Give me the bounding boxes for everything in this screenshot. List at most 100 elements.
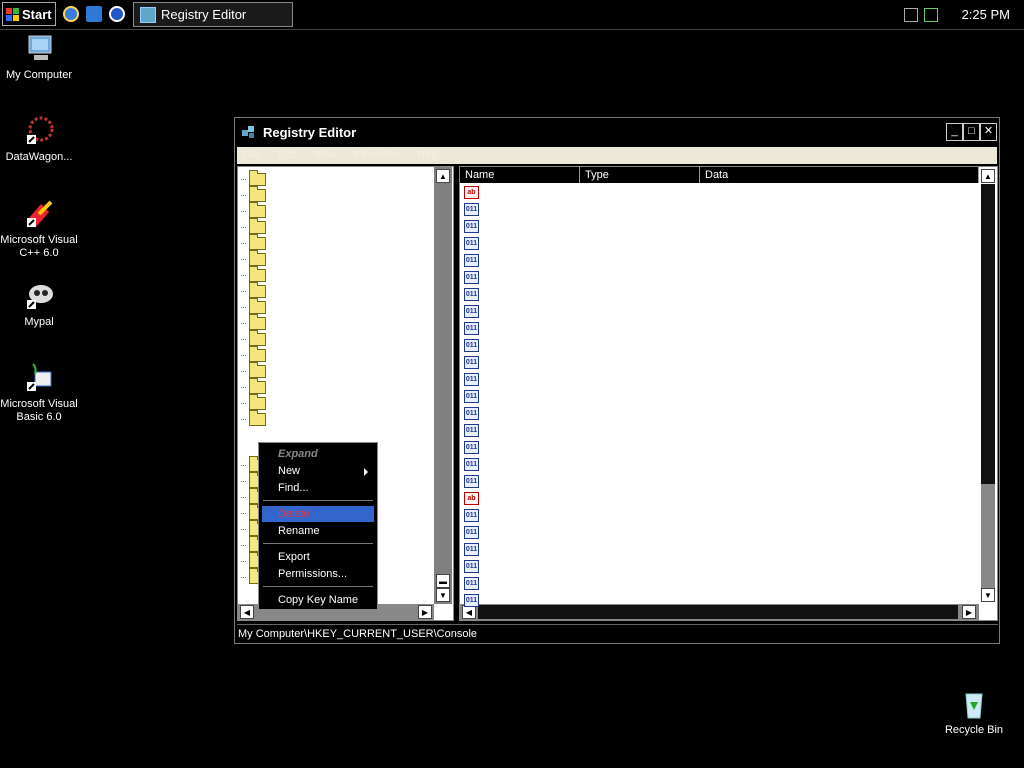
folder-icon[interactable] (249, 250, 266, 266)
menu-item-permissions[interactable]: Permissions... (262, 566, 374, 582)
desktop-icon-mypal[interactable]: Mypal (0, 280, 78, 329)
list-vertical-scrollbar[interactable]: ▲ ▼ (979, 167, 997, 604)
visual-basic-icon (23, 362, 55, 394)
folder-icon[interactable] (249, 314, 266, 330)
scroll-thumb[interactable] (981, 184, 995, 484)
binary-value-icon[interactable]: 011 (464, 339, 479, 352)
binary-value-icon[interactable]: 011 (464, 594, 479, 607)
folder-icon[interactable] (249, 202, 266, 218)
desktop-icon-visual-cpp[interactable]: Microsoft Visual C++ 6.0 (0, 198, 78, 260)
tree-branch-line (241, 307, 246, 309)
scroll-down-arrow-icon[interactable]: ▼ (981, 588, 995, 602)
menu-item-copy-key-name[interactable]: Copy Key Name (262, 592, 374, 608)
values-list-pane[interactable]: Name Type Data ▲ ▼ ◀ ▶ ab 011 011 011 011 011… (459, 166, 998, 621)
binary-value-icon[interactable]: 011 (464, 441, 479, 454)
menu-item-export[interactable]: Export (262, 549, 374, 565)
scroll-left-arrow-icon[interactable]: ◀ (462, 605, 476, 619)
title-bar[interactable]: Registry Editor _ □ ✕ (235, 118, 999, 146)
binary-value-icon[interactable]: 011 (464, 424, 479, 437)
folder-icon[interactable] (249, 394, 266, 410)
column-header-type[interactable]: Type (580, 167, 700, 183)
binary-value-icon[interactable]: 011 (464, 407, 479, 420)
menu-item-new[interactable]: New (262, 463, 374, 479)
folder-icon[interactable] (249, 346, 266, 362)
folder-icon[interactable] (249, 330, 266, 346)
media-player-icon[interactable] (109, 6, 125, 22)
scroll-right-arrow-icon[interactable]: ▶ (418, 605, 432, 619)
binary-value-icon[interactable]: 011 (464, 509, 479, 522)
binary-value-icon[interactable]: 011 (464, 356, 479, 369)
column-header-name[interactable]: Name (460, 167, 580, 183)
desktop-icon-my-computer[interactable]: My Computer (0, 33, 78, 82)
menu-file[interactable]: File (243, 149, 261, 161)
task-label: Registry Editor (161, 7, 247, 22)
start-button[interactable]: Start (2, 2, 56, 26)
column-header-data[interactable]: Data (700, 167, 979, 183)
tree-branch-line (241, 419, 246, 421)
scroll-left-arrow-icon[interactable]: ◀ (240, 605, 254, 619)
menu-item-delete[interactable]: Delete (262, 506, 374, 522)
minimize-button[interactable]: _ (946, 123, 963, 141)
taskbar-registry-editor-button[interactable]: Registry Editor (133, 2, 293, 27)
scroll-track[interactable] (981, 484, 995, 588)
folder-icon[interactable] (249, 234, 266, 250)
registry-editor-icon (241, 124, 257, 140)
binary-value-icon[interactable]: 011 (464, 305, 479, 318)
binary-value-icon[interactable]: 011 (464, 254, 479, 267)
tree-vertical-scrollbar[interactable]: ▲ ▬ ▼ (434, 167, 452, 604)
scroll-right-arrow-icon[interactable]: ▶ (962, 605, 976, 619)
folder-icon[interactable] (249, 282, 266, 298)
binary-value-icon[interactable]: 011 (464, 526, 479, 539)
folder-icon[interactable] (249, 410, 266, 426)
folder-icon[interactable] (249, 170, 266, 186)
binary-value-icon[interactable]: 011 (464, 543, 479, 556)
list-horizontal-scrollbar[interactable]: ◀ ▶ (460, 604, 979, 620)
scroll-up-arrow-icon[interactable]: ▲ (981, 169, 995, 183)
desktop-icon-recycle-bin[interactable]: Recycle Bin (935, 688, 1013, 737)
folder-icon[interactable] (249, 266, 266, 282)
binary-value-icon[interactable]: 011 (464, 237, 479, 250)
outlook-express-icon[interactable] (86, 6, 102, 22)
menu-help[interactable]: Help (417, 149, 440, 161)
binary-value-icon[interactable]: 011 (464, 288, 479, 301)
scroll-thumb[interactable] (478, 605, 958, 619)
menu-edit[interactable]: Edit (278, 149, 297, 161)
binary-value-icon[interactable]: 011 (464, 390, 479, 403)
window-title: Registry Editor (263, 125, 357, 140)
string-value-icon[interactable]: ab (464, 186, 479, 199)
menu-item-rename[interactable]: Rename (262, 523, 374, 539)
network-icon[interactable] (923, 7, 938, 22)
binary-value-icon[interactable]: 011 (464, 220, 479, 233)
folder-icon[interactable] (249, 186, 266, 202)
desktop-icon-visual-basic[interactable]: Microsoft Visual Basic 6.0 (0, 362, 78, 424)
binary-value-icon[interactable]: 011 (464, 475, 479, 488)
keyboard-icon[interactable] (903, 7, 918, 22)
close-button[interactable]: ✕ (980, 123, 997, 141)
binary-value-icon[interactable]: 011 (464, 560, 479, 573)
tree-branch-line (241, 371, 246, 373)
string-value-icon[interactable]: ab (464, 492, 479, 505)
menu-favorites[interactable]: Favorites (355, 149, 400, 161)
binary-value-icon[interactable]: 011 (464, 322, 479, 335)
menu-item-expand[interactable]: Expand (262, 446, 374, 462)
desktop-icon-datawagon[interactable]: DataWagon... (0, 115, 78, 164)
folder-icon[interactable] (249, 378, 266, 394)
internet-explorer-icon[interactable] (63, 6, 79, 22)
binary-value-icon[interactable]: 011 (464, 458, 479, 471)
tree-branch-line (241, 403, 246, 405)
menu-item-find[interactable]: Find... (262, 480, 374, 496)
maximize-button[interactable]: □ (963, 123, 980, 141)
scroll-down-arrow-icon[interactable]: ▼ (436, 588, 450, 602)
folder-icon[interactable] (249, 362, 266, 378)
scroll-thumb[interactable]: ▬ (436, 574, 450, 588)
binary-value-icon[interactable]: 011 (464, 373, 479, 386)
scroll-up-arrow-icon[interactable]: ▲ (436, 169, 450, 183)
clock[interactable]: 2:25 PM (962, 7, 1010, 22)
binary-value-icon[interactable]: 011 (464, 203, 479, 216)
binary-value-icon[interactable]: 011 (464, 577, 479, 590)
binary-value-icon[interactable]: 011 (464, 271, 479, 284)
folder-icon[interactable] (249, 298, 266, 314)
folder-icon[interactable] (249, 218, 266, 234)
menu-view[interactable]: View (314, 149, 338, 161)
desktop-icon-label: Microsoft Visual Basic 6.0 (0, 398, 78, 423)
